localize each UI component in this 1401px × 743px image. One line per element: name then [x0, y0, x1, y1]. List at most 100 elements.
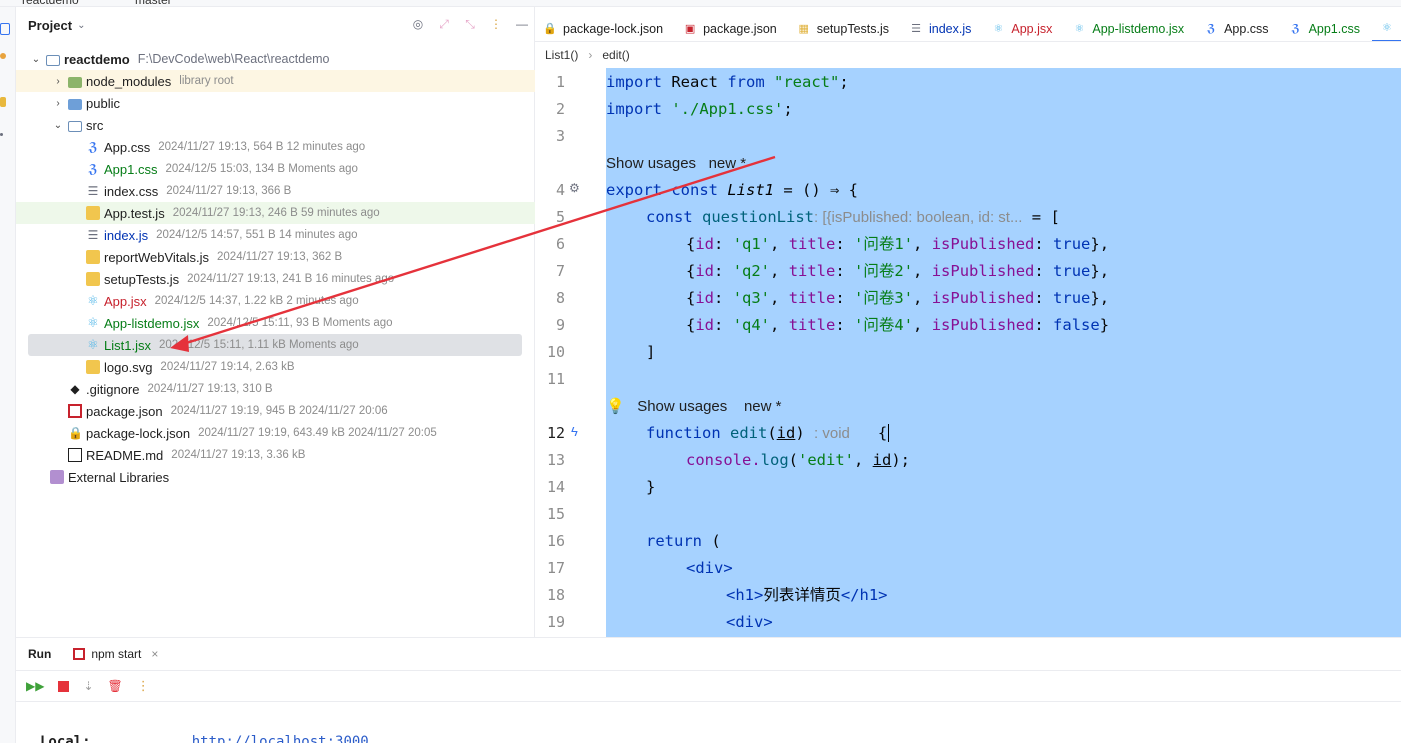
title-bar: reactdemo master	[0, 0, 1401, 7]
tree-item[interactable]: README.md 2024/11/27 19:13, 3.36 kB	[16, 444, 535, 466]
line-number: 6	[555, 235, 565, 253]
editor-gutter: 1 2 3 4 5 6 7 8 9 10 11 12 13 14 15 16 17 18 19 ⚙ ϟ	[535, 68, 606, 637]
code-line-12: function edit(id) : void {	[646, 424, 890, 442]
tree-item[interactable]: › public	[16, 92, 535, 114]
tree-item[interactable]: ☰ index.js 2024/12/5 14:57, 551 B 14 minut…	[16, 224, 535, 246]
project-name[interactable]: reactdemo	[22, 0, 79, 6]
code-line-5: const questionList: [{isPublished: boole…	[646, 208, 1060, 226]
tree-item-meta: 2024/11/27 19:13, 564 B 12 minutes ago	[158, 141, 366, 153]
clear-icon[interactable]: 🗑	[108, 679, 123, 693]
breadcrumb-separator-icon: ›	[588, 48, 593, 62]
tree-item[interactable]: setupTests.js 2024/11/27 19:13, 241 B 16 …	[16, 268, 535, 290]
editor-tab[interactable]: ⚛ App-listdemo.jsx	[1064, 16, 1196, 41]
tree-item[interactable]: logo.svg 2024/11/27 19:14, 2.63 kB	[16, 356, 535, 378]
editor-tab[interactable]: 🔒 package-lock.json	[535, 16, 675, 41]
tree-item-meta: 2024/11/27 19:13, 366 B	[166, 185, 292, 197]
npm-icon	[73, 648, 86, 660]
code-line-question-item: {id: 'q2', title: '问卷2', isPublished: tr…	[686, 262, 1110, 280]
close-icon[interactable]: ×	[151, 647, 158, 661]
tree-item-name: App.test.js	[104, 205, 165, 221]
tree-item[interactable]: ℨ App.css 2024/11/27 19:13, 564 B 12 minut…	[16, 136, 535, 158]
locate-icon[interactable]: ◎	[411, 17, 425, 31]
library-icon	[50, 470, 64, 484]
expand-arrow-icon[interactable]: ›	[52, 76, 64, 87]
tree-item[interactable]: App.test.js 2024/11/27 19:13, 246 B 59 mi…	[16, 202, 535, 224]
more-icon[interactable]: ⋮	[137, 678, 150, 694]
editor-tab[interactable]: ℨ App1.css	[1281, 16, 1372, 41]
line-number: 13	[546, 451, 565, 469]
stop-icon[interactable]	[58, 680, 70, 692]
run-output: Local: http://localhost:3000	[40, 734, 369, 743]
minimize-icon[interactable]: —	[515, 17, 529, 31]
react-icon: ⚛	[87, 293, 99, 308]
editor-tab[interactable]: ▦ setupTests.js	[789, 16, 901, 41]
code-line-14: }	[646, 478, 656, 496]
code-line-question-item: {id: 'q1', title: '问卷1', isPublished: tr…	[686, 235, 1110, 253]
expand-arrow-icon[interactable]: ⌄	[30, 54, 42, 65]
breadcrumb-method[interactable]: edit()	[602, 48, 629, 62]
editor-tab[interactable]: ☰ index.js	[901, 16, 983, 41]
folder-icon	[68, 98, 82, 110]
tree-item-name: List1.jsx	[104, 337, 151, 353]
css-file-icon: ℨ	[88, 162, 98, 176]
run-title[interactable]: Run	[28, 647, 51, 661]
breadcrumb-function[interactable]: List1()	[545, 48, 578, 62]
react-icon: ⚛	[993, 22, 1004, 35]
tree-item[interactable]: ⚛ List1.jsx 2024/12/5 15:11, 1.11 kB Momen…	[28, 334, 522, 356]
expand-arrow-icon[interactable]: ⌄	[52, 120, 64, 131]
tree-item[interactable]: ⌄ src	[16, 114, 535, 136]
tree-item[interactable]: package.json 2024/11/27 19:19, 945 B 2024…	[16, 400, 535, 422]
localhost-link[interactable]: http://localhost:3000	[192, 734, 369, 743]
code-line-17: <div>	[686, 559, 733, 577]
editor-tab[interactable]: ℨ App.css	[1196, 16, 1280, 41]
tree-item[interactable]: External Libraries	[16, 466, 535, 488]
tree-item-name: public	[86, 95, 120, 111]
tree-item-meta: 2024/11/27 19:14, 2.63 kB	[160, 361, 295, 373]
tree-item[interactable]: ◆ .gitignore 2024/11/27 19:13, 310 B	[16, 378, 535, 400]
lightbulb-icon: 💡	[606, 398, 625, 415]
tree-item-name: External Libraries	[68, 469, 170, 485]
line-number: 7	[555, 262, 565, 280]
lock-icon: 🔒	[543, 22, 557, 35]
tree-item-name: package-lock.json	[86, 425, 191, 441]
commit-tool-icon[interactable]	[0, 53, 6, 59]
collapse-all-icon[interactable]: ⤡	[463, 17, 477, 31]
active-editor-tab[interactable]: ⚛	[1371, 16, 1401, 41]
tree-item[interactable]: 🔒 package-lock.json 2024/11/27 19:19, 643.…	[16, 422, 535, 444]
run-tab-npm-start[interactable]: npm start	[91, 647, 141, 661]
project-tool-icon[interactable]	[0, 23, 10, 35]
show-usages-hint[interactable]: Show usages new *	[606, 150, 746, 177]
usages-gutter-icon[interactable]: ⚙	[569, 181, 580, 195]
editor-tab[interactable]: ▣ package.json	[675, 16, 789, 41]
lightning-icon[interactable]: ϟ	[571, 424, 578, 439]
line-number: 9	[555, 316, 565, 334]
markdown-icon	[68, 448, 82, 462]
tree-item[interactable]: ℨ App1.css 2024/12/5 15:03, 134 B Moments …	[16, 158, 535, 180]
scroll-to-end-icon[interactable]: ⇣	[83, 679, 93, 693]
project-panel-title[interactable]: Project	[28, 18, 72, 33]
tree-item-name: reportWebVitals.js	[104, 249, 210, 265]
tree-item[interactable]: reportWebVitals.js 2024/11/27 19:13, 362 …	[16, 246, 535, 268]
structure-tool-icon[interactable]	[0, 97, 6, 107]
tree-item[interactable]: ☰ index.css 2024/11/27 19:13, 366 B	[16, 180, 535, 202]
editor-tab-label: package-lock.json	[563, 21, 664, 36]
tree-item[interactable]: › node_modules library root	[16, 70, 535, 92]
options-icon[interactable]: ⋮	[489, 17, 503, 31]
tree-item-name: App.css	[104, 139, 151, 155]
tree-root[interactable]: ⌄ reactdemo F:\DevCode\web\React\reactde…	[16, 48, 535, 70]
more-tools-icon[interactable]	[0, 133, 3, 136]
expand-all-icon[interactable]: ⤢	[437, 17, 451, 31]
expand-arrow-icon[interactable]: ›	[52, 98, 64, 109]
line-number: 14	[546, 478, 565, 496]
type-inlay-hint: : [{isPublished: boolean, id: st...	[814, 209, 1023, 226]
show-usages-hint-2[interactable]: 💡 Show usages new *	[606, 393, 781, 420]
branch-name[interactable]: master	[135, 0, 172, 6]
rerun-icon[interactable]: ▶▶	[26, 679, 44, 693]
tree-item[interactable]: ⚛ App-listdemo.jsx 2024/12/5 15:11, 93 B M…	[16, 312, 535, 334]
chevron-down-icon[interactable]: ⌄	[77, 20, 85, 31]
editor-tab[interactable]: ⚛ App.jsx	[983, 16, 1064, 41]
tree-item[interactable]: ⚛ App.jsx 2024/12/5 14:37, 1.22 kB 2 minut…	[16, 290, 535, 312]
code-editor[interactable]: import React from "react"; import './App…	[606, 68, 1401, 637]
code-line-16: return (	[646, 532, 721, 550]
react-icon: ⚛	[1074, 22, 1085, 35]
